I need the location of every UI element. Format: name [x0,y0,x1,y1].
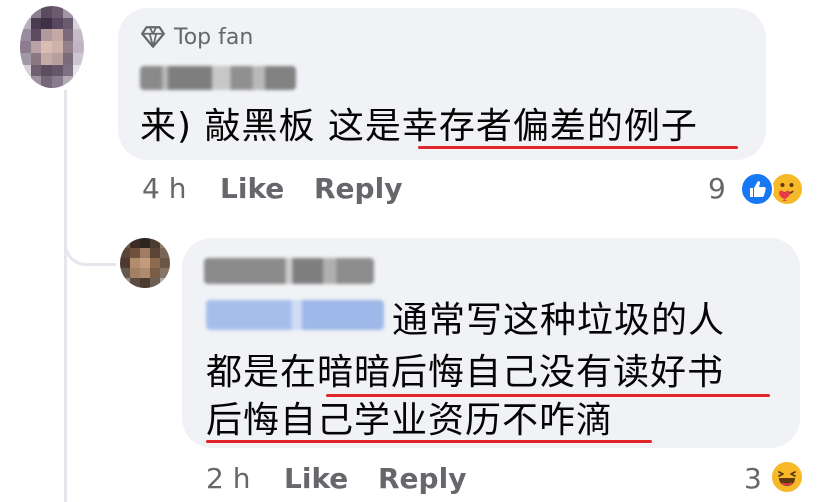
like-label: Like [220,172,285,205]
reply-label: Reply [314,172,403,205]
red-underline [206,440,652,443]
reaction-count[interactable]: 3 [744,462,762,495]
thread-line [64,90,67,502]
reaction-count[interactable]: 9 [708,172,726,205]
like-button[interactable]: Like [284,462,348,495]
diamond-icon [141,26,165,48]
reply-timestamp[interactable]: 2 h [206,462,250,495]
red-underline [418,146,738,149]
reply-button[interactable]: Reply [378,462,466,495]
reply-label: Reply [378,462,467,495]
care-icon[interactable] [770,172,804,206]
comment-text: 来) 敲黑板 这是幸存者偏差的例子 [140,106,698,147]
avatar[interactable] [20,6,84,88]
reply-button[interactable]: Reply [314,172,402,205]
like-button[interactable]: Like [220,172,284,205]
reply-thread-connector [64,210,116,266]
haha-icon[interactable] [770,460,804,494]
reply-avatar[interactable] [120,238,170,288]
comment-timestamp[interactable]: 4 h [142,172,186,205]
mention-tag[interactable] [206,300,384,330]
comment-author-name[interactable] [140,66,296,90]
like-label: Like [284,462,349,495]
reply-text-line-3: 后悔自己学业资历不咋滴 [206,400,614,441]
red-underline [326,394,770,397]
like-icon[interactable] [740,172,774,206]
top-fan-badge: Top fan [140,24,253,50]
badge-label: Top fan [174,24,254,50]
reply-text-line-2: 都是在暗暗后悔自己没有读好书 [206,352,725,393]
reply-text-line-1: 通常写这种垃圾的人 [392,300,726,341]
reply-author-name[interactable] [204,258,374,284]
